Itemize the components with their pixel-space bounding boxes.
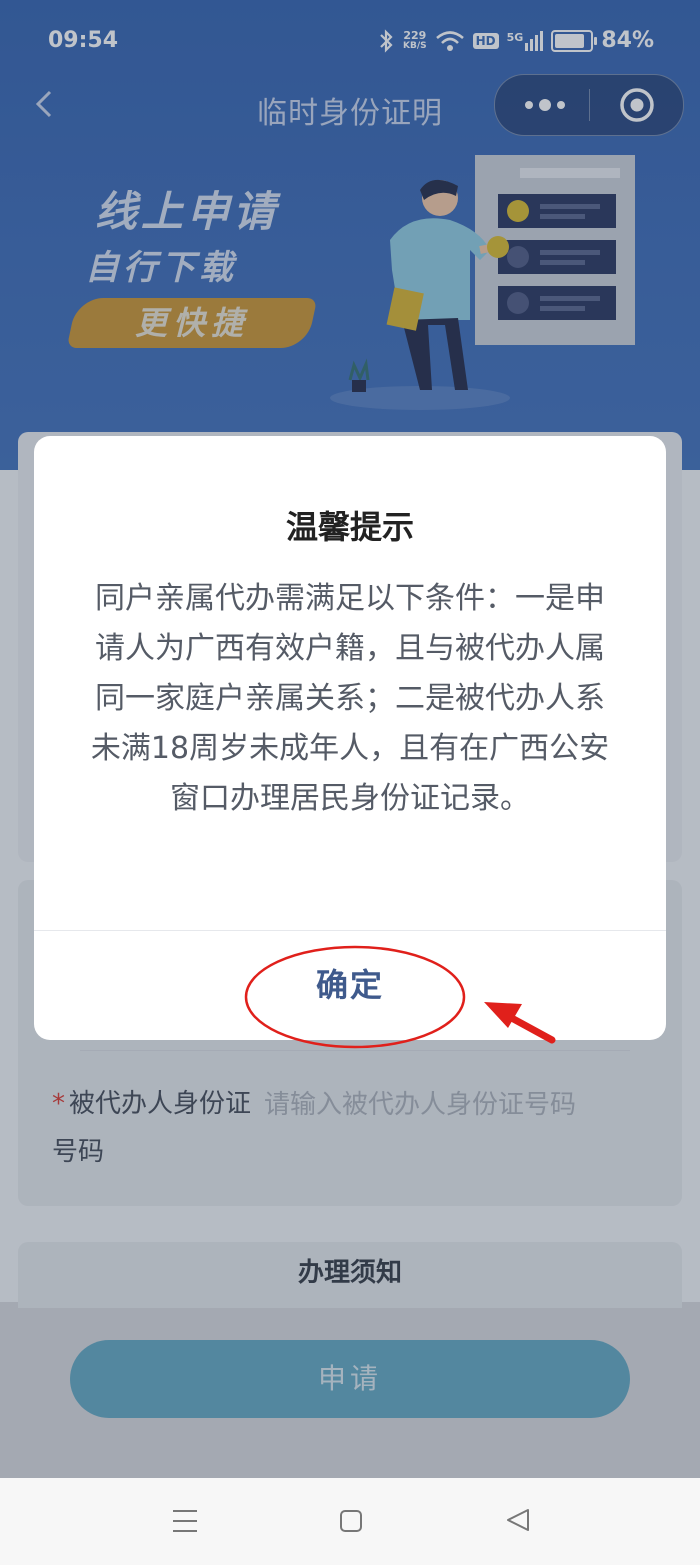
back-triangle-icon[interactable] <box>504 1506 532 1534</box>
annotation-overlay <box>244 945 556 1049</box>
menu-icon[interactable] <box>170 1508 200 1534</box>
dialog-divider <box>34 930 666 931</box>
system-navigation-bar <box>0 1478 700 1565</box>
home-square-icon[interactable] <box>338 1508 364 1534</box>
annotation-circle <box>244 945 466 1049</box>
dialog-title: 温馨提示 <box>285 508 414 546</box>
annotation-arrow <box>504 1012 556 1044</box>
dialog-message: 同户亲属代办需满足以下条件：一是申请人为广西有效户籍，且与被代办人属同一家庭户亲… <box>90 581 610 816</box>
